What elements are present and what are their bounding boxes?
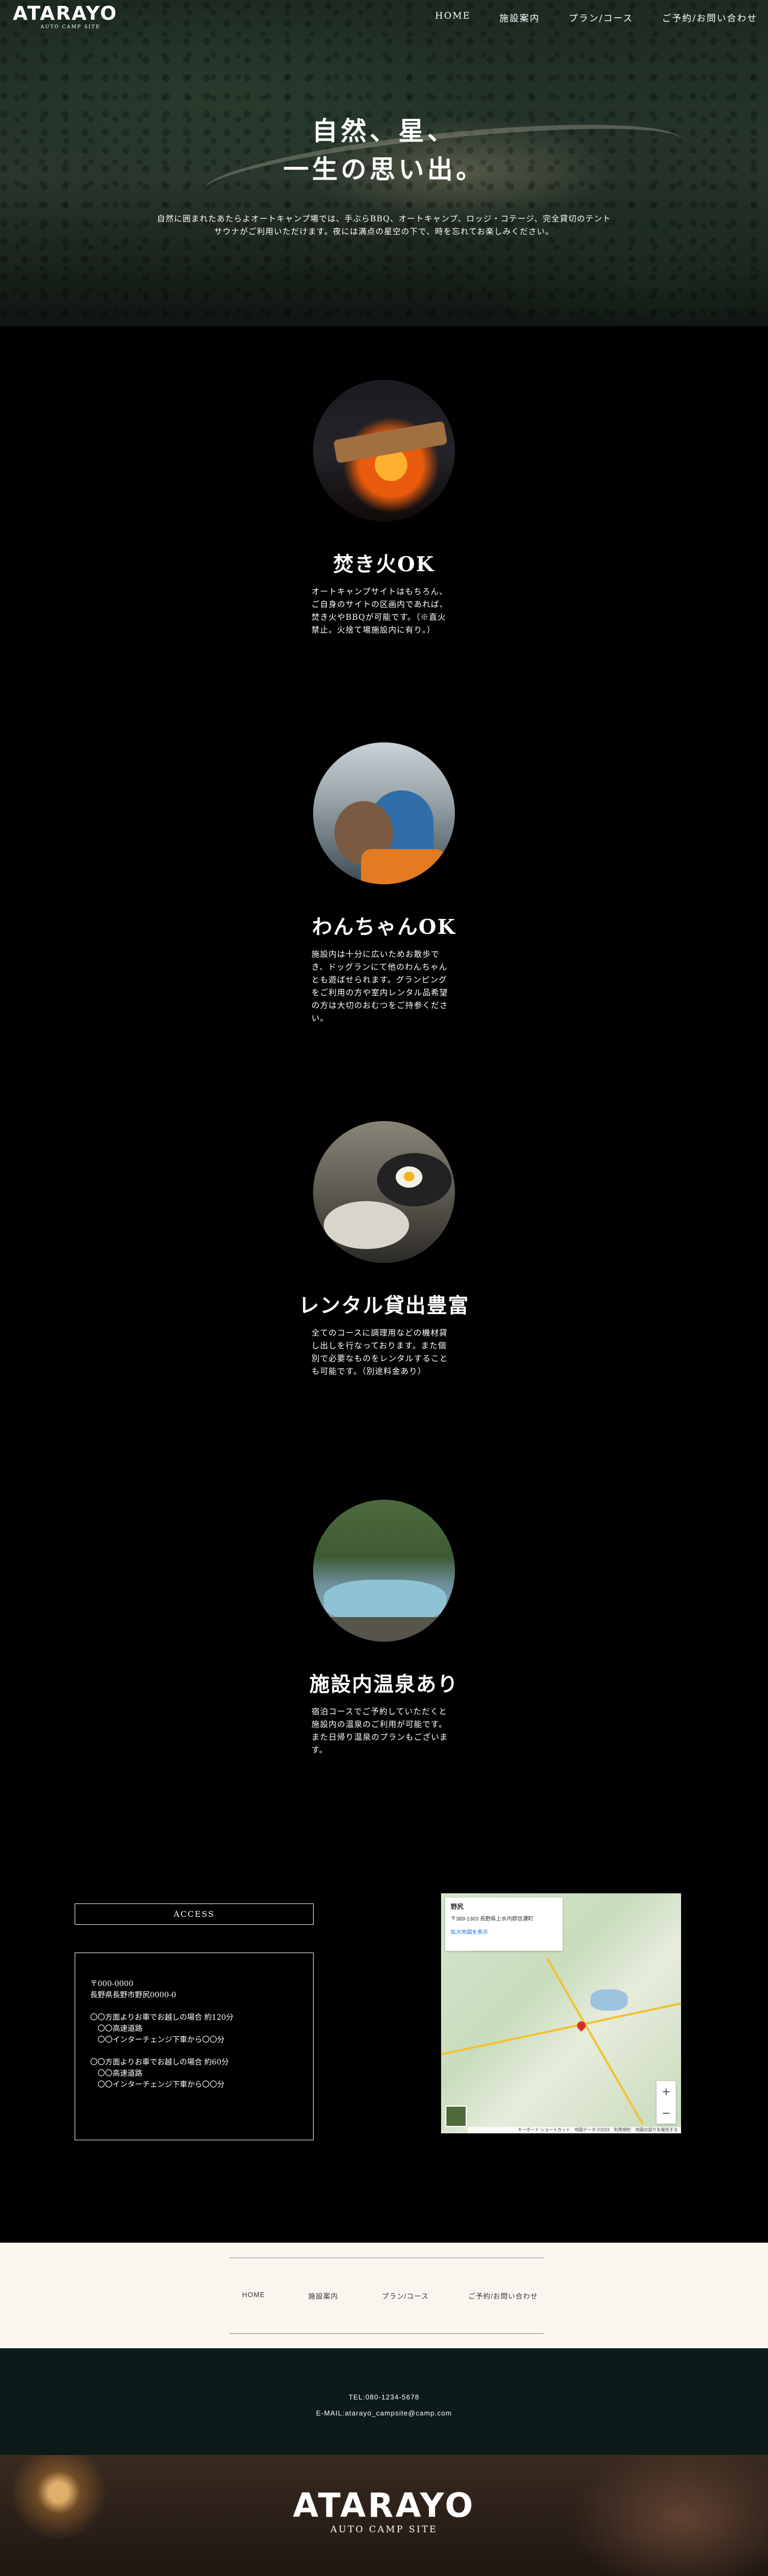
zoom-in-button[interactable]: +: [657, 2081, 676, 2102]
feature-text: 全てのコースに調理用などの機材貸し出しを行なっております。また個別で必要なものを…: [311, 1328, 449, 1376]
route-1-exit: 〇〇インターチェンジ下車から〇〇分: [98, 2036, 225, 2044]
feature-title: 施設内温泉あり: [309, 1672, 459, 1696]
location-pin-icon[interactable]: [575, 2019, 588, 2032]
footer-nav-reservation[interactable]: ご予約/お問い合わせ: [468, 2291, 538, 2301]
map-road: [546, 1957, 644, 2125]
feature-text: 宿泊コースでご予約していただくと施設内の温泉のご利用が可能です。また日帰り温泉の…: [311, 1707, 449, 1755]
route-1-title: 〇〇方面よりお車でお越しの場合 約120分: [90, 2013, 234, 2022]
site-header: ATARAYO AUTO CAMP SITE HOME 施設案内 プラン/コース…: [0, 0, 768, 37]
address: 長野県長野市野尻0000-0: [90, 1991, 177, 1999]
route-1-highway: 〇〇高速道路: [98, 2025, 142, 2033]
contact-tel[interactable]: TEL:080-1234-5678: [0, 2393, 768, 2401]
map-type-toggle[interactable]: [445, 2106, 467, 2127]
lake: [590, 1989, 628, 2011]
footer-nav-plans[interactable]: プラン/コース: [382, 2291, 429, 2301]
footer-nav-home[interactable]: HOME: [242, 2291, 265, 2299]
campfire-photo: [313, 380, 455, 522]
cookware-photo: [313, 1121, 455, 1263]
google-map[interactable]: 野尻 〒389-1303 長野県上水内郡信濃町 拡大地図を表示 + − キーボー…: [441, 1893, 681, 2133]
route-2-title: 〇〇方面よりお車でお越しの場合 約60分: [90, 2058, 229, 2067]
bottom-banner: ATARAYO AUTO CAMP SITE: [0, 2455, 768, 2576]
hero-text-line1: 自然に囲まれたあたらよオートキャンプ場では、手ぶらBBQ、オートキャンプ、ロッジ…: [157, 214, 611, 223]
hot-spring-photo: [313, 1500, 455, 1642]
map-place-name: 野尻: [451, 1903, 464, 1910]
feature-text: オートキャンプサイトはもちろん、ご自身のサイトの区画内であれば、焚き火やBBQが…: [311, 587, 448, 635]
footer-logo-subtext: AUTO CAMP SITE: [330, 2524, 438, 2535]
access-info: 〒000-0000 長野県長野市野尻0000-0 〇〇方面よりお車でお越しの場合…: [75, 1953, 314, 2140]
logo-subtext: AUTO CAMP SITE: [41, 25, 101, 30]
access-heading: ACCESS: [75, 1903, 314, 1925]
nav-plans[interactable]: プラン/コース: [569, 9, 633, 26]
hero-title-line2: 一生の思い出。: [283, 155, 485, 185]
features-section: 焚き火OK オートキャンプサイトはもちろん、ご自身のサイトの区画内であれば、焚き…: [0, 326, 768, 1865]
feature-title: 焚き火OK: [333, 552, 435, 576]
contact-section: TEL:080-1234-5678 E-MAIL:atarayo_campsit…: [0, 2348, 768, 2455]
site-logo[interactable]: ATARAYO AUTO CAMP SITE: [13, 3, 117, 30]
footer-nav-items: HOME 施設案内 プラン/コース ご予約/お問い合わせ: [0, 2291, 768, 2301]
map-info-card: 野尻 〒389-1303 長野県上水内郡信濃町 拡大地図を表示: [445, 1898, 563, 1951]
map-zoom-control: + −: [657, 2081, 676, 2124]
route-2-exit: 〇〇インターチェンジ下車から〇〇分: [98, 2081, 225, 2089]
map-footer: キーボード ショートカット 地図データ ©2023 利用規約 地図の誤りを報告す…: [468, 2127, 681, 2133]
nav-facilities[interactable]: 施設案内: [499, 9, 540, 26]
postal-code: 〒000-0000: [90, 1980, 134, 1988]
nav-home[interactable]: HOME: [435, 9, 471, 26]
footer-nav-facilities[interactable]: 施設案内: [308, 2291, 338, 2301]
map-address: 〒389-1303 長野県上水内郡信濃町: [451, 1916, 534, 1922]
hero-description: 自然に囲まれたあたらよオートキャンプ場では、手ぶらBBQ、オートキャンプ、ロッジ…: [0, 212, 768, 238]
hero-title: 自然、星、 一生の思い出。: [0, 112, 768, 189]
route-2-highway: 〇〇高速道路: [98, 2069, 142, 2078]
map-road: [441, 2002, 681, 2055]
feature-text: 施設内は十分に広いためお散歩でき、ドッグランにて他のわんちゃんとも遊ばせられます…: [311, 949, 449, 1023]
access-section: ACCESS 〒000-0000 長野県長野市野尻0000-0 〇〇方面よりお車…: [0, 1865, 768, 2243]
nav-reservation[interactable]: ご予約/お問い合わせ: [662, 9, 757, 26]
footer-logo[interactable]: ATARAYO AUTO CAMP SITE: [0, 2487, 768, 2535]
map-enlarge-link[interactable]: 拡大地図を表示: [451, 1927, 557, 1935]
zoom-out-button[interactable]: −: [657, 2102, 676, 2124]
hero-text-line2: サウナがご利用いただけます。夜には満点の星空の下で、時を忘れてお楽しみください。: [214, 227, 554, 236]
contact-email[interactable]: E-MAIL:atarayo_campsite@camp.com: [0, 2409, 768, 2417]
main-nav: HOME 施設案内 プラン/コース ご予約/お問い合わせ: [435, 9, 757, 26]
feature-title: わんちゃんOK: [311, 915, 457, 939]
dog-photo: [313, 742, 455, 884]
hero-title-line1: 自然、星、: [311, 116, 456, 146]
hero-section: ATARAYO AUTO CAMP SITE HOME 施設案内 プラン/コース…: [0, 0, 768, 326]
feature-title: レンタル貸出豊富: [298, 1293, 469, 1317]
logo-text: ATARAYO: [13, 3, 118, 25]
divider: [229, 2333, 544, 2334]
footer-logo-text: ATARAYO: [293, 2486, 475, 2525]
footer-nav: HOME 施設案内 プラン/コース ご予約/お問い合わせ: [0, 2243, 768, 2348]
